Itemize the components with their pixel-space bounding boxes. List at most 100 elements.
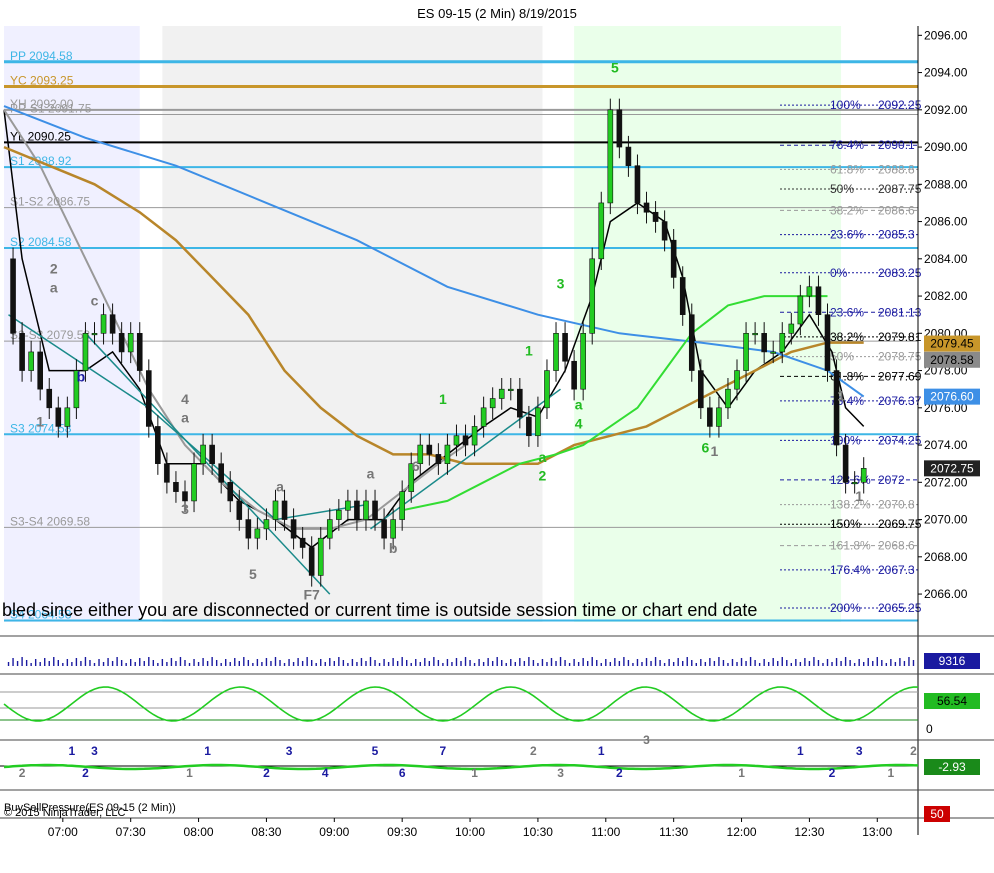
candle-body-74 <box>670 239 677 278</box>
candle-body-35 <box>317 537 324 576</box>
fib-pct-0: 100% <box>830 98 861 112</box>
pressure-wave-label-6: 2 <box>263 766 270 780</box>
candle-body-64 <box>580 333 586 390</box>
candle-body-90 <box>815 286 822 315</box>
pivot-label-10: S3-S4 2069.58 <box>10 514 90 528</box>
candle-body-84 <box>761 333 767 353</box>
pressure-wave-label-21: 3 <box>856 744 863 758</box>
wave-label-23: 1 <box>710 443 718 459</box>
x-tick-label-0: 07:00 <box>48 825 78 839</box>
candle-body-76 <box>688 314 695 371</box>
candle-body-5 <box>46 388 53 409</box>
copyright-text: © 2015 NinjaTrader, LLC <box>4 807 125 819</box>
candle-body-79 <box>716 407 722 427</box>
wave-label-1: a <box>50 279 58 295</box>
wave-label-0: 2 <box>50 261 58 277</box>
x-tick-label-5: 09:30 <box>387 825 417 839</box>
wave-label-4: 1 <box>36 413 44 429</box>
price-badge-text-0: 2079.45 <box>930 337 974 351</box>
candle-body-37 <box>336 509 342 520</box>
pressure-wave-label-4: 1 <box>186 766 193 780</box>
candle-body-51 <box>462 435 469 446</box>
wave-label-25: 1 <box>855 488 863 504</box>
candle-body-81 <box>734 370 740 390</box>
pivot-label-0: PP 2094.58 <box>10 49 73 63</box>
candle-body-38 <box>345 500 351 511</box>
wave-label-14: 1 <box>439 391 447 407</box>
y-tick-label-11: 2074.00 <box>924 438 968 452</box>
fib-price-4: 2086.6 <box>878 203 915 217</box>
candle-body-20 <box>182 491 188 502</box>
candle-body-86 <box>779 333 786 353</box>
candle-body-54 <box>489 398 496 409</box>
candle-body-42 <box>381 519 387 539</box>
price-badge-text-2: 2076.60 <box>930 390 974 404</box>
candle-body-58 <box>526 416 532 437</box>
candle-body-31 <box>281 500 288 520</box>
y-tick-label-3: 2090.00 <box>924 140 968 154</box>
wave-label-16: a <box>539 449 547 465</box>
wave-label-9: 5 <box>249 566 257 582</box>
candle-body-12 <box>109 314 116 334</box>
pressure-wave-label-18: 1 <box>738 766 745 780</box>
fib-price-8: 2079.81 <box>878 330 922 344</box>
candle-body-83 <box>752 333 758 336</box>
candle-body-78 <box>707 407 713 427</box>
candle-body-17 <box>155 426 161 464</box>
fib-pct-17: 176.4% <box>830 563 871 577</box>
fib-price-17: 2067.3 <box>878 563 915 577</box>
wave-label-13: b <box>389 540 398 556</box>
wave-label-8: a <box>276 479 284 495</box>
pressure-wave-label-20: 2 <box>829 766 836 780</box>
pressure-wave-label-12: 1 <box>471 766 478 780</box>
y-tick-label-1: 2094.00 <box>924 66 968 80</box>
candle-body-70 <box>634 165 641 204</box>
pivot-label-1: YC 2093.25 <box>10 74 74 88</box>
candle-body-88 <box>797 295 804 325</box>
fib-pct-2: 61.8% <box>830 162 864 176</box>
fib-pct-18: 200% <box>830 601 861 615</box>
pressure-wave-label-11: 7 <box>440 744 447 758</box>
y-tick-label-0: 2096.00 <box>924 28 968 42</box>
wave-label-19: a <box>575 397 583 413</box>
pressure-wave-label-19: 1 <box>797 744 804 758</box>
candle-body-82 <box>743 333 749 371</box>
candle-body-75 <box>679 277 686 315</box>
candle-body-71 <box>643 202 650 213</box>
y-tick-label-2: 2092.00 <box>924 103 968 117</box>
x-tick-label-8: 11:00 <box>591 825 620 839</box>
candle-body-24 <box>218 463 224 483</box>
fib-pct-1: 76.4% <box>830 138 864 152</box>
candle-body-40 <box>363 500 369 520</box>
candle-body-10 <box>91 333 98 336</box>
candle-body-87 <box>788 323 795 334</box>
pressure-wave-label-16: 2 <box>616 766 623 780</box>
candle-body-92 <box>833 370 840 446</box>
wave-label-3: b <box>77 369 86 385</box>
pressure-wave-label-0: 2 <box>19 766 26 780</box>
fib-pct-6: 0% <box>830 266 848 280</box>
candle-body-67 <box>607 109 614 204</box>
wave-label-5: 4 <box>181 391 189 407</box>
candle-body-95 <box>860 468 867 483</box>
candle-body-50 <box>453 435 460 446</box>
candle-body-3 <box>28 351 34 371</box>
candle-body-48 <box>435 454 442 464</box>
candle-body-7 <box>64 407 71 427</box>
fib-price-10: 2077.69 <box>878 369 922 383</box>
pressure-wave-label-3: 2 <box>82 766 89 780</box>
fib-price-11: 2076.37 <box>878 394 922 408</box>
fib-pct-7: 23.6% <box>830 305 864 319</box>
y-tick-label-6: 2084.00 <box>924 252 968 266</box>
fib-price-15: 2069.75 <box>878 517 922 531</box>
fib-price-7: 2081.13 <box>878 305 922 319</box>
candle-body-22 <box>200 444 206 464</box>
candle-body-9 <box>82 333 89 371</box>
x-tick-label-11: 12:30 <box>794 825 824 839</box>
chart-canvas: PP 2094.58YC 2093.25YH 2092.00PP-S1 2091… <box>0 26 994 839</box>
candle-body-47 <box>426 444 433 455</box>
pressure-wave-label-13: 2 <box>530 744 537 758</box>
candle-body-80 <box>725 388 731 409</box>
session-shade-1 <box>162 26 543 622</box>
y-tick-label-5: 2086.00 <box>924 215 968 229</box>
